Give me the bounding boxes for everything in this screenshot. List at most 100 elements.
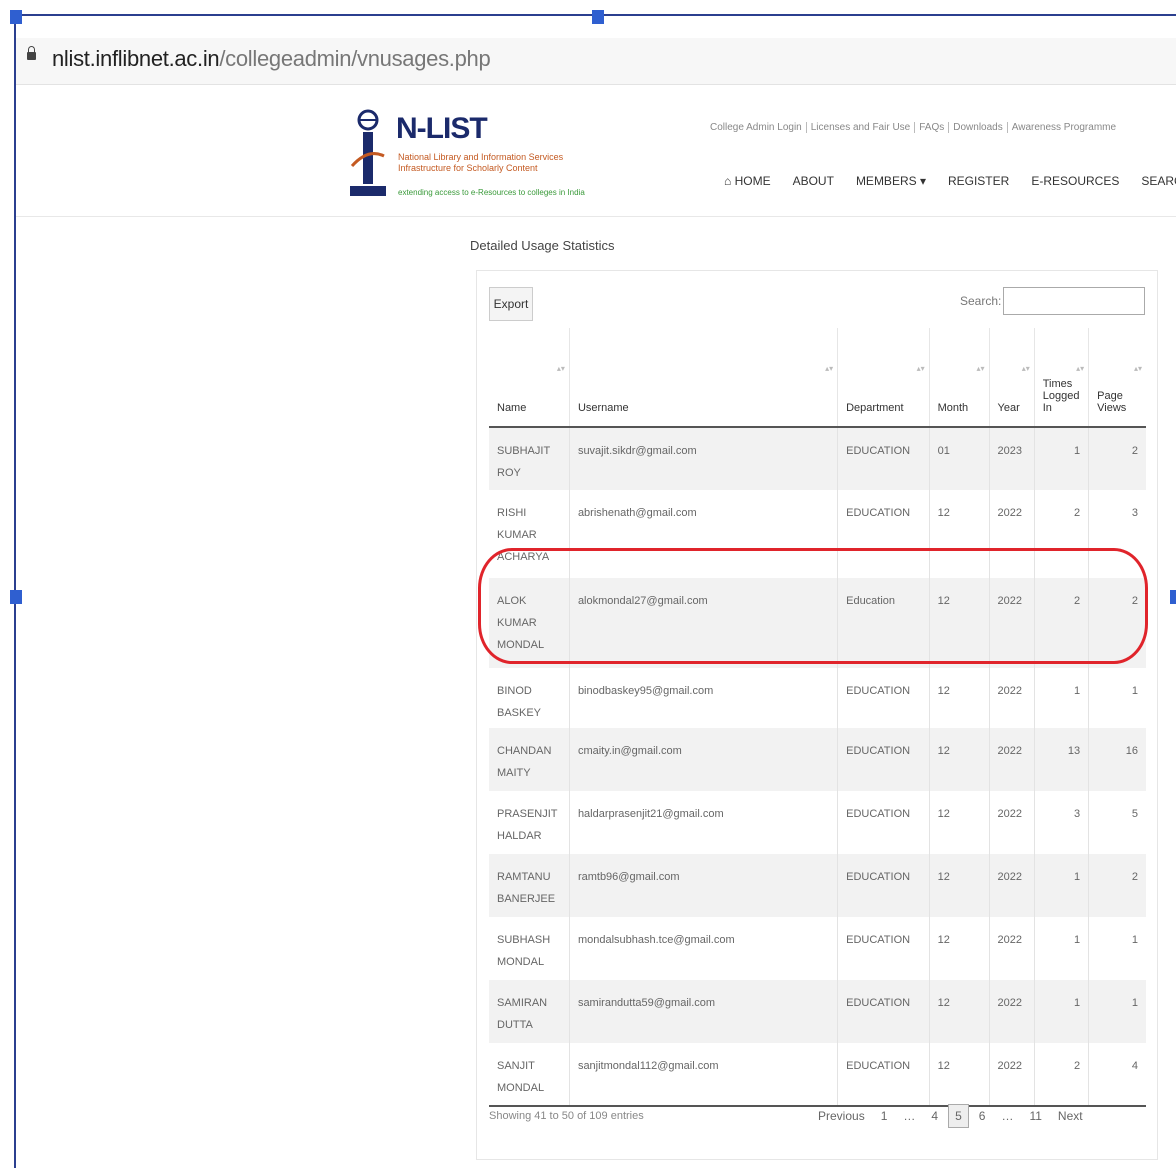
column-header-times-logged-in[interactable]: Times Logged In ▴▾ bbox=[1033, 328, 1089, 428]
sort-icon: ▴▾ bbox=[1021, 364, 1030, 373]
table-row: BINOD BASKEY binodbaskey95@gmail.com EDUCA… bbox=[489, 668, 1146, 728]
cell-name: BINOD BASKEY bbox=[497, 685, 542, 719]
top-links: College Admin Login Licenses and Fair Use… bbox=[706, 122, 1120, 133]
cell-times-logged-in: 1 bbox=[1033, 980, 1089, 1043]
column-header-label: Month bbox=[937, 402, 969, 414]
cell-name: PRASENJIT HALDAR bbox=[497, 808, 558, 842]
cell-month: 01 bbox=[928, 427, 990, 490]
cell-year: 2022 bbox=[988, 791, 1035, 854]
link-college-admin-login[interactable]: College Admin Login bbox=[706, 122, 807, 133]
logo-subtitle: National Library and Information Service… bbox=[398, 152, 563, 174]
address-bar[interactable]: nlist.inflibnet.ac.in/collegeadmin/vnusa… bbox=[16, 38, 1176, 85]
cell-year: 2022 bbox=[988, 1043, 1035, 1107]
logo-subtitle-line-2: Infrastructure for Scholarly Content bbox=[398, 163, 538, 173]
cell-month: 12 bbox=[928, 668, 990, 728]
cell-department: EDUCATION bbox=[837, 728, 930, 791]
cell-times-logged-in: 1 bbox=[1033, 917, 1089, 980]
cell-month: 12 bbox=[928, 917, 990, 980]
column-header-label: Times Logged In bbox=[1042, 378, 1080, 414]
column-header-username[interactable]: Username ▴▾ bbox=[568, 328, 838, 428]
table-info: Showing 41 to 50 of 109 entries bbox=[489, 1110, 644, 1122]
resize-handle-top-middle[interactable] bbox=[592, 10, 604, 24]
cell-times-logged-in: 13 bbox=[1033, 728, 1089, 791]
column-header-month[interactable]: Month ▴▾ bbox=[928, 328, 990, 428]
resize-handle-left-middle[interactable] bbox=[10, 590, 22, 604]
cell-username: samirandutta59@gmail.com bbox=[568, 980, 838, 1043]
column-header-department[interactable]: Department ▴▾ bbox=[837, 328, 930, 428]
sort-icon: ▴▾ bbox=[976, 364, 985, 373]
pager-page[interactable]: 6 bbox=[973, 1105, 992, 1127]
pager-ellipsis: … bbox=[1001, 1109, 1014, 1123]
pager-page[interactable]: 11 bbox=[1023, 1105, 1047, 1127]
sort-icon: ▴▾ bbox=[1133, 364, 1142, 373]
link-faqs[interactable]: FAQs bbox=[915, 122, 950, 133]
pager-page-current[interactable]: 5 bbox=[948, 1104, 969, 1128]
cell-name: SUBHASH MONDAL bbox=[497, 934, 551, 968]
url-path: /collegeadmin/vnusages.php bbox=[219, 46, 491, 71]
cell-department: EDUCATION bbox=[837, 917, 930, 980]
column-header-name[interactable]: Name ▴▾ bbox=[489, 328, 570, 428]
cell-username: cmaity.in@gmail.com bbox=[568, 728, 838, 791]
sort-icon: ▴▾ bbox=[1076, 364, 1085, 373]
lock-icon bbox=[27, 46, 36, 60]
table-row: SAMIRAN DUTTA samirandutta59@gmail.com EDU… bbox=[489, 980, 1146, 1043]
cell-page-views: 5 bbox=[1088, 791, 1146, 854]
export-button[interactable]: Export bbox=[489, 287, 533, 321]
table-row: CHANDAN MAITY cmaity.in@gmail.com EDUCATIO… bbox=[489, 728, 1146, 791]
column-header-label: Department bbox=[846, 402, 904, 414]
cell-department: EDUCATION bbox=[837, 668, 930, 728]
cell-page-views: 1 bbox=[1088, 980, 1146, 1043]
column-header-label: Year bbox=[997, 402, 1020, 414]
cell-name: SUBHAJIT ROY bbox=[489, 427, 570, 490]
pager-ellipsis: … bbox=[903, 1109, 916, 1123]
link-licenses[interactable]: Licenses and Fair Use bbox=[806, 122, 916, 133]
cell-department: EDUCATION bbox=[837, 854, 930, 917]
cell-department: EDUCATION bbox=[837, 1043, 930, 1107]
cell-department: EDUCATION bbox=[837, 980, 930, 1043]
pager-previous[interactable]: Previous bbox=[812, 1105, 871, 1127]
url-host: nlist.inflibnet.ac.in bbox=[52, 46, 220, 71]
logo-subtitle-line-1: National Library and Information Service… bbox=[398, 152, 564, 162]
url-text[interactable]: nlist.inflibnet.ac.in/collegeadmin/vnusa… bbox=[52, 46, 491, 72]
table-row: SUBHAJIT ROY suvajit.sikdr@gmail.com EDUCA… bbox=[489, 427, 1146, 490]
nav-e-resources[interactable]: E-RESOURCES bbox=[1031, 174, 1119, 188]
usage-table: Name ▴▾ Username ▴▾ Department ▴▾ Month ▴▾ Y… bbox=[489, 328, 1146, 1107]
resize-handle-top-left[interactable] bbox=[10, 10, 22, 24]
link-downloads[interactable]: Downloads bbox=[949, 122, 1008, 133]
pager-page[interactable]: 4 bbox=[925, 1105, 944, 1127]
nav-search[interactable]: SEARCH bbox=[1141, 174, 1176, 188]
column-header-label: Username bbox=[577, 402, 629, 414]
table-row: RAMTANU BANERJEE ramtb96@gmail.com EDUCATI… bbox=[489, 854, 1146, 917]
cell-name: SAMIRAN DUTTA bbox=[489, 980, 570, 1043]
page-title: Detailed Usage Statistics bbox=[470, 238, 615, 253]
pager-next[interactable]: Next bbox=[1052, 1105, 1089, 1127]
site-header: N-LIST National Library and Information … bbox=[16, 92, 1176, 217]
nav-about[interactable]: ABOUT bbox=[793, 174, 834, 188]
search-input[interactable] bbox=[1003, 287, 1145, 315]
cell-page-views: 16 bbox=[1088, 728, 1146, 791]
nlist-logo-icon bbox=[350, 109, 386, 196]
cell-year: 2022 bbox=[988, 728, 1035, 791]
cell-page-views: 2 bbox=[1088, 854, 1146, 917]
cell-month: 12 bbox=[928, 1043, 990, 1107]
column-header-label: Name bbox=[497, 402, 527, 414]
column-header-page-views[interactable]: Page Views ▴▾ bbox=[1088, 328, 1146, 428]
red-highlight-annotation bbox=[478, 548, 1148, 664]
pagination: Previous 1 … 4 5 6 … 11 Next bbox=[812, 1104, 1093, 1128]
column-header-year[interactable]: Year ▴▾ bbox=[988, 328, 1035, 428]
cell-year: 2022 bbox=[988, 668, 1035, 728]
search-label: Search: bbox=[960, 294, 1002, 308]
cell-page-views: 2 bbox=[1088, 427, 1146, 490]
nav-members[interactable]: MEMBERS ▾ bbox=[856, 174, 926, 188]
resize-handle-right-middle[interactable] bbox=[1170, 590, 1176, 604]
pager-page[interactable]: 1 bbox=[875, 1105, 894, 1127]
cell-times-logged-in: 1 bbox=[1033, 427, 1089, 490]
link-awareness-programme[interactable]: Awareness Programme bbox=[1008, 122, 1120, 133]
sort-icon: ▴▾ bbox=[825, 364, 834, 373]
nav-register[interactable]: REGISTER bbox=[948, 174, 1009, 188]
table-row: SANJIT MONDAL sanjitmondal112@gmail.com ED… bbox=[489, 1043, 1146, 1107]
cell-name: CHANDAN MAITY bbox=[489, 728, 570, 791]
nav-home[interactable]: ⌂ HOME bbox=[724, 174, 771, 188]
logo-title[interactable]: N-LIST bbox=[396, 112, 488, 146]
cell-times-logged-in: 3 bbox=[1033, 791, 1089, 854]
